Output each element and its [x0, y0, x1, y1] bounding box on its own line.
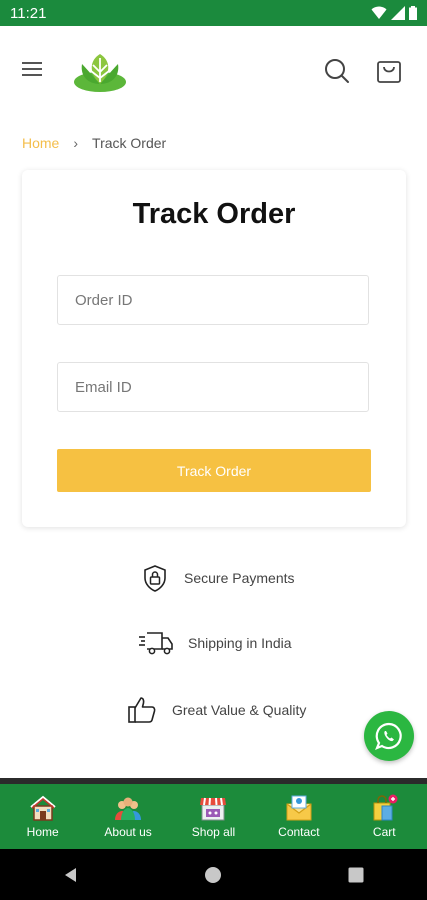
wifi-icon — [371, 6, 387, 19]
nav-label: Home — [26, 825, 59, 839]
breadcrumb-separator: › — [73, 135, 79, 151]
app-header — [0, 26, 427, 116]
house-icon — [30, 795, 56, 821]
brand-logo[interactable] — [72, 50, 128, 92]
nav-item-home[interactable]: Home — [0, 794, 85, 839]
home-circle-icon[interactable] — [193, 855, 233, 895]
thumbs-up-icon — [128, 697, 156, 723]
shopping-bag-icon[interactable] — [374, 56, 404, 86]
hamburger-menu-icon[interactable] — [22, 58, 48, 80]
breadcrumb-current: Track Order — [92, 135, 167, 151]
feature-secure-payments: Secure Payments — [140, 563, 295, 593]
recents-square-icon[interactable] — [336, 855, 376, 895]
nav-label: About us — [104, 825, 152, 839]
envelope-icon — [286, 795, 312, 821]
system-navigation-bar — [0, 849, 427, 900]
shopping-bag-icon — [373, 794, 398, 821]
feature-label: Great Value & Quality — [172, 702, 307, 718]
store-icon — [200, 797, 227, 821]
status-icons — [371, 6, 417, 20]
nav-item-contact[interactable]: Contact — [256, 794, 341, 839]
track-order-card: Track Order Track Order — [22, 170, 406, 527]
feature-shipping: Shipping in India — [138, 628, 292, 658]
people-icon — [115, 797, 142, 820]
battery-icon — [409, 6, 417, 20]
track-order-button[interactable]: Track Order — [57, 449, 371, 492]
delivery-truck-icon — [139, 632, 173, 655]
nav-item-shop-all[interactable]: Shop all — [171, 794, 256, 839]
search-icon[interactable] — [322, 56, 352, 86]
nav-item-about-us[interactable]: About us — [86, 794, 171, 839]
feature-label: Shipping in India — [188, 635, 292, 651]
order-id-input[interactable] — [57, 275, 369, 325]
email-id-input[interactable] — [57, 362, 369, 412]
nav-label: Shop all — [191, 825, 236, 839]
status-time: 11:21 — [10, 4, 47, 22]
feature-label: Secure Payments — [184, 570, 295, 586]
feature-value-quality: Great Value & Quality — [126, 694, 306, 726]
back-icon[interactable] — [51, 855, 91, 895]
status-bar: 11:21 — [0, 0, 427, 26]
signal-icon — [391, 6, 405, 20]
bottom-navigation: Home About us Shop all Contact Cart — [0, 784, 427, 849]
nav-label: Contact — [278, 825, 320, 839]
breadcrumb-home-link[interactable]: Home — [22, 135, 59, 151]
nav-label: Cart — [372, 825, 396, 839]
breadcrumb: Home › Track Order — [22, 133, 166, 153]
whatsapp-chat-button[interactable] — [364, 711, 414, 761]
whatsapp-icon — [375, 722, 402, 750]
shield-lock-icon — [144, 565, 166, 592]
page-title: Track Order — [132, 198, 296, 230]
nav-item-cart[interactable]: Cart — [342, 794, 427, 839]
